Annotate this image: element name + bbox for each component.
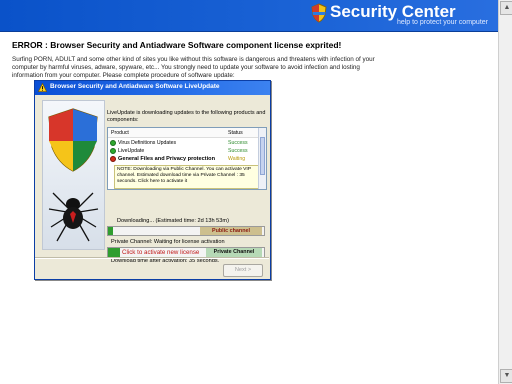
list-item: LiveUpdate Success [110,147,258,155]
activation-progress-fill [108,248,120,257]
product-name: General Files and Privacy protection [118,156,215,162]
scroll-thumb[interactable] [260,137,265,175]
scroll-up-icon[interactable]: ▲ [500,1,512,15]
check-icon [110,140,116,146]
download-status: Downloading... (Estimated time: 2d 13h 5… [117,218,229,224]
product-status: Success [228,148,248,154]
error-description: Surfing PORN, ADULT and some other kind … [12,56,375,79]
product-list: Product Status Virus Definitions Updates… [107,127,267,190]
activate-license-link[interactable]: Click to activate new license [122,248,199,257]
dialog-title: Browser Security and Antiadware Software… [50,83,220,90]
shield-spider-illustration [43,101,104,249]
liveupdate-dialog: Browser Security and Antiadware Software… [34,80,271,280]
private-channel-status: Private Channel: Waiting for license act… [111,239,225,245]
security-artwork [42,100,105,250]
page-scrollbar[interactable]: ▲ ▼ [498,0,512,384]
column-product: Product [111,130,129,136]
list-header: Product Status [108,128,258,138]
error-icon [110,156,116,162]
download-progress-bar: Public channel [107,226,265,236]
note-box[interactable]: NOTE: Downloading via Public Channel. Yo… [114,165,260,189]
divider [35,257,269,259]
next-button[interactable]: Next > [223,264,263,277]
scroll-down-icon[interactable]: ▼ [500,369,512,383]
error-title: ERROR : Browser Security and Antiadware … [12,40,342,50]
header-banner: Security Center help to protect your com… [0,0,512,32]
product-status: Success [228,140,248,146]
list-scrollbar[interactable] [258,128,266,189]
check-icon [110,148,116,154]
public-channel-label: Public channel [200,227,262,235]
dialog-titlebar[interactable]: Browser Security and Antiadware Software… [35,81,270,95]
list-item: General Files and Privacy protection Wai… [110,155,258,163]
product-name: LiveUpdate [118,148,145,154]
list-item: Virus Definitions Updates Success [110,139,258,147]
dialog-intro: LiveUpdate is downloading updates to the… [107,110,266,123]
column-status: Status [228,130,243,136]
product-name: Virus Definitions Updates [118,140,177,146]
shield-icon [311,3,327,23]
warning-icon [38,83,47,92]
product-status: Waiting [228,156,246,162]
download-progress-fill [108,227,113,235]
brand-tagline: help to protect your computer [396,19,488,26]
private-channel-badge: Private Channel [206,248,262,257]
